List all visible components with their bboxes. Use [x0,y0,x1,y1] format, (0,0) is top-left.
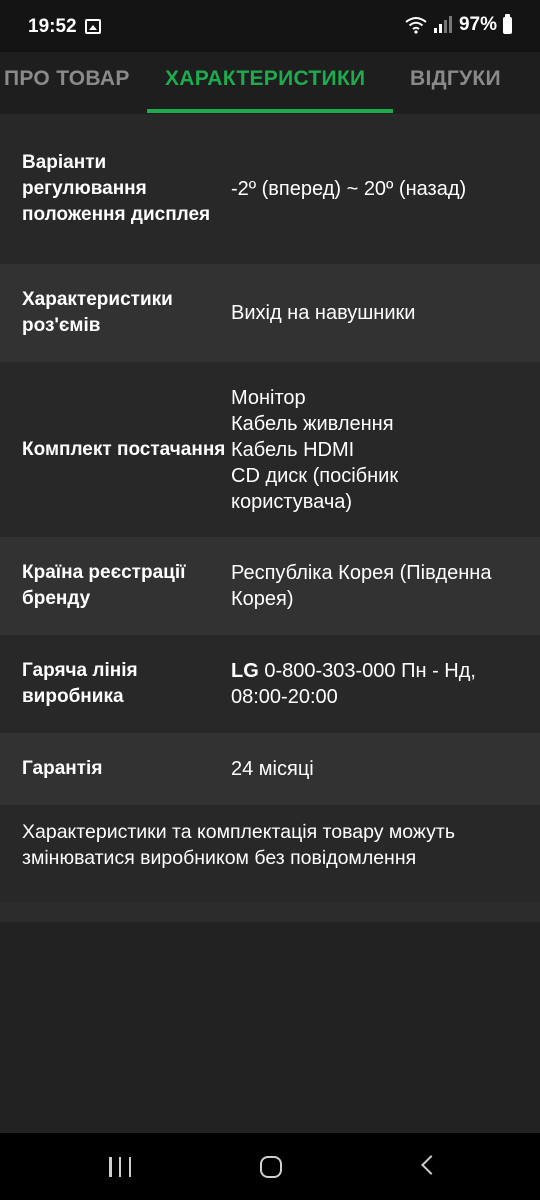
signal-icon [433,16,452,33]
tab-about-product[interactable]: ПРО ТОВАР [0,52,140,114]
status-icons: 97% [405,13,512,36]
spec-row: Комплект постачання Монітор Кабель живле… [0,362,540,537]
disclaimer-note: Характеристики та комплектація товару мо… [0,805,540,902]
spec-row: Варіанти регулювання положення дисплея -… [0,114,540,264]
tab-label: ВІДГУКИ [410,67,501,90]
tab-reviews[interactable]: ВІДГУКИ [405,52,540,114]
spec-row: Гарантія 24 місяці [0,733,540,805]
spec-value: Монітор Кабель живлення Кабель HDMI CD д… [231,386,399,513]
back-icon[interactable] [421,1155,441,1175]
brand-name: LG [231,660,259,682]
wifi-icon [405,17,427,34]
spec-row: Характеристики роз'ємів Вихід на навушни… [0,264,540,362]
specifications-list: Варіанти регулювання положення дисплея -… [0,114,540,922]
spec-label: Гаряча лінія виробника [22,660,138,707]
spec-value: Республіка Корея (Південна Корея) [231,562,492,610]
recents-icon[interactable] [109,1157,131,1177]
status-time: 19:52 [28,16,77,37]
spec-label: Комплект постачання [22,438,226,460]
status-bar: 19:52 97% [0,0,540,52]
spec-value: LG 0-800-303-000 Пн - Нд, 08:00-20:00 [231,658,518,710]
battery-percent: 97% [458,14,497,35]
tab-bar: ПРО ТОВАР ХАРАКТЕРИСТИКИ ВІДГУКИ [0,52,540,114]
spec-label: Країна реєстрації бренду [22,562,186,609]
spec-value: 24 місяці [231,758,314,780]
hotline-text: 0-800-303-000 Пн - Нд, 08:00-20:00 [231,660,476,708]
divider [0,902,540,922]
navigation-bar [0,1133,540,1200]
tab-label: ПРО ТОВАР [4,67,130,90]
gallery-icon [85,19,101,34]
battery-icon [503,13,512,34]
spec-value: -2º (вперед) ~ 20º (назад) [231,178,467,200]
spec-row: Країна реєстрації бренду Республіка Коре… [0,537,540,635]
home-icon[interactable] [260,1156,282,1178]
spec-label: Гарантія [22,758,103,779]
spec-label: Характеристики роз'ємів [22,289,173,336]
spec-label: Варіанти регулювання положення дисплея [22,152,211,225]
tab-specifications[interactable]: ХАРАКТЕРИСТИКИ [147,52,393,114]
active-tab-indicator [147,109,393,113]
spec-value: Вихід на навушники [231,302,416,324]
spec-row: Гаряча лінія виробника LG 0-800-303-000 … [0,635,540,733]
tab-label: ХАРАКТЕРИСТИКИ [165,67,366,90]
